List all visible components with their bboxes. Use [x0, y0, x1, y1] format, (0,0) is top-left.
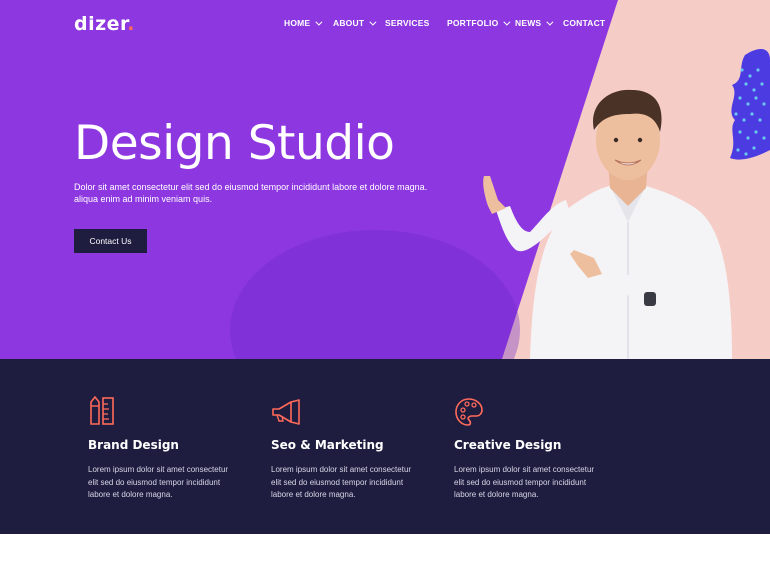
hero-person-image: [483, 89, 732, 359]
main-nav: HOME ABOUT SERVICES PORTFOLIO NEWS CONTA…: [284, 18, 605, 28]
nav-item-portfolio[interactable]: PORTFOLIO: [447, 18, 515, 28]
service-title: Creative Design: [454, 438, 562, 452]
chevron-down-icon: [546, 18, 554, 26]
megaphone-icon: [272, 399, 300, 425]
service-description: Lorem ipsum dolor sit amet consectetur e…: [88, 465, 229, 499]
chevron-down-icon: [315, 18, 323, 26]
services-section: Brand Design Lorem ipsum dolor sit amet …: [0, 359, 770, 534]
nav-item-home[interactable]: HOME: [284, 18, 333, 28]
hero-description: Dolor sit amet consectetur elit sed do e…: [74, 182, 428, 204]
hero-title: Design Studio: [74, 116, 395, 171]
contact-us-button[interactable]: Contact Us: [74, 229, 147, 253]
nav-item-about[interactable]: ABOUT: [333, 18, 385, 28]
service-description: Lorem ipsum dolor sit amet consectetur e…: [454, 465, 595, 499]
service-description: Lorem ipsum dolor sit amet consectetur e…: [271, 465, 412, 499]
nav-item-services[interactable]: SERVICES: [385, 18, 447, 28]
brand-logo[interactable]: dizer.: [74, 13, 135, 35]
chevron-down-icon: [503, 18, 511, 26]
palette-icon: [455, 398, 483, 426]
pencil-ruler-icon: [90, 396, 114, 425]
chevron-down-icon: [369, 18, 377, 26]
service-title: Brand Design: [88, 438, 179, 452]
page: dizer. HOME ABOUT SERVICES PORTFOLIO NEW…: [0, 0, 770, 578]
next-section: [0, 534, 770, 578]
service-title: Seo & Marketing: [271, 438, 384, 452]
nav-item-contact[interactable]: CONTACT: [563, 18, 605, 28]
hero-section: dizer. HOME ABOUT SERVICES PORTFOLIO NEW…: [0, 0, 770, 359]
nav-item-news[interactable]: NEWS: [515, 18, 563, 28]
